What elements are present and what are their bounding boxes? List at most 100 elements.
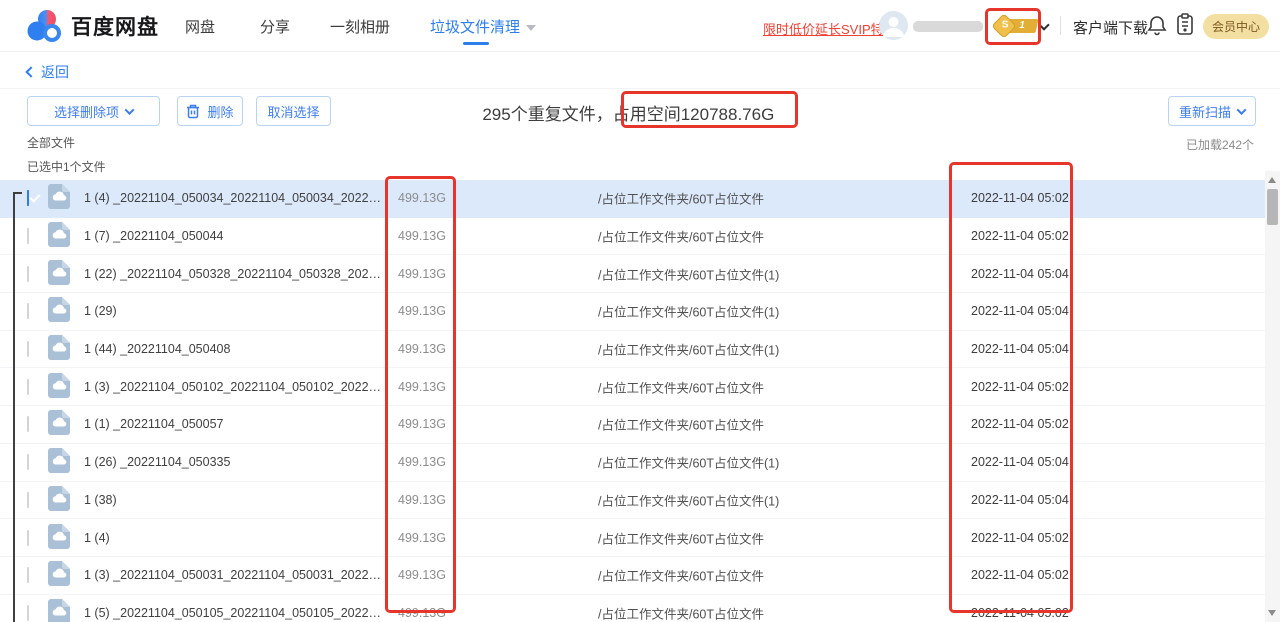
row-checkbox[interactable]: [27, 531, 29, 545]
file-row[interactable]: 1 (22) _20221104_050328_20221104_050328_…: [0, 255, 1265, 293]
select-delete-items-button[interactable]: 选择删除项: [27, 96, 160, 126]
file-row[interactable]: 1 (4) _20221104_050034_20221104_050034_2…: [0, 180, 1265, 218]
file-type-icon: [48, 486, 70, 514]
scrollbar-thumb[interactable]: [1267, 189, 1278, 225]
file-type-icon: [48, 260, 70, 288]
file-size: 499.13G: [398, 267, 446, 281]
file-size: 499.13G: [398, 380, 446, 394]
row-checkbox[interactable]: [27, 417, 29, 431]
file-row[interactable]: 1 (4) 499.13G /占位工作文件夹/60T占位文件 2022-11-0…: [0, 519, 1265, 557]
baidu-netdisk-logo[interactable]: 百度网盘: [26, 9, 159, 43]
brand-title: 百度网盘: [71, 11, 159, 41]
nav-junk-file-clean[interactable]: 垃圾文件清理: [430, 16, 536, 37]
file-path: /占位工作文件夹/60T占位文件: [598, 528, 764, 547]
vip-s-icon: S: [991, 13, 1016, 38]
file-name: 1 (3) _20221104_050102_20221104_050102_2…: [84, 380, 384, 394]
file-type-icon: [48, 297, 70, 325]
vertical-scrollbar[interactable]: [1265, 171, 1280, 622]
file-name: 1 (4) _20221104_050034_20221104_050034_2…: [84, 191, 384, 205]
nav-share[interactable]: 分享: [260, 16, 290, 37]
summary-space-used: 占用空间120788.76G: [613, 105, 775, 124]
cancel-selection-button[interactable]: 取消选择: [256, 96, 331, 126]
file-row[interactable]: 1 (3) _20221104_050102_20221104_050102_2…: [0, 368, 1265, 406]
file-row[interactable]: 1 (3) _20221104_050031_20221104_050031_2…: [0, 557, 1265, 595]
row-checkbox[interactable]: [27, 229, 29, 243]
file-name: 1 (4): [84, 531, 110, 545]
file-row[interactable]: 1 (44) _20221104_050408 499.13G /占位工作文件夹…: [0, 331, 1265, 369]
file-name: 1 (29): [84, 304, 117, 318]
file-name: 1 (7) _20221104_050044: [84, 229, 223, 243]
file-type-icon: [48, 184, 70, 212]
summary-prefix: 295个重复文件，: [482, 105, 612, 124]
delete-button[interactable]: 删除: [177, 96, 243, 126]
file-name: 1 (26) _20221104_050335: [84, 455, 230, 469]
row-checkbox[interactable]: [27, 191, 29, 205]
file-size: 499.13G: [398, 606, 446, 620]
row-checkbox[interactable]: [27, 455, 29, 469]
row-checkbox[interactable]: [27, 606, 29, 620]
back-button[interactable]: 返回: [27, 62, 69, 82]
top-header: 百度网盘 网盘 分享 一刻相册 垃圾文件清理 限时低价延长SVIP特权 1 S …: [0, 0, 1280, 52]
clipboard-icon[interactable]: [1176, 13, 1194, 41]
row-checkbox[interactable]: [27, 267, 29, 281]
file-row[interactable]: 1 (5) _20221104_050105_20221104_050105_2…: [0, 595, 1265, 622]
cancel-selection-label: 取消选择: [267, 102, 319, 121]
scroll-up-arrow-icon[interactable]: [1268, 177, 1276, 183]
file-row[interactable]: 1 (26) _20221104_050335 499.13G /占位工作文件夹…: [0, 444, 1265, 482]
svip-promo-link[interactable]: 限时低价延长SVIP特权: [763, 19, 897, 38]
file-name: 1 (38): [84, 493, 117, 507]
file-name: 1 (3) _20221104_050031_20221104_050031_2…: [84, 568, 384, 582]
chevron-down-icon: [1237, 105, 1247, 115]
file-date: 2022-11-04 05:04: [971, 304, 1069, 318]
person-icon: [879, 11, 908, 40]
svip-level-badge[interactable]: 1 S: [995, 17, 1038, 35]
header-divider: [1060, 16, 1061, 35]
baidu-netdisk-app: 百度网盘 网盘 分享 一刻相册 垃圾文件清理 限时低价延长SVIP特权 1 S …: [0, 0, 1280, 622]
loaded-count-label: 已加载242个: [1186, 136, 1254, 153]
notification-bell-icon[interactable]: [1147, 14, 1167, 41]
row-checkbox[interactable]: [27, 380, 29, 394]
file-row[interactable]: 1 (38) 499.13G /占位工作文件夹/60T占位文件(1) 2022-…: [0, 482, 1265, 520]
nav-netdisk[interactable]: 网盘: [185, 16, 215, 37]
file-row[interactable]: 1 (7) _20221104_050044 499.13G /占位工作文件夹/…: [0, 218, 1265, 256]
file-path: /占位工作文件夹/60T占位文件: [598, 603, 764, 622]
selected-count-label: 已选中1个文件: [27, 158, 106, 175]
file-row[interactable]: 1 (29) 499.13G /占位工作文件夹/60T占位文件(1) 2022-…: [0, 293, 1265, 331]
file-row[interactable]: 1 (1) _20221104_050057 499.13G /占位工作文件夹/…: [0, 406, 1265, 444]
file-type-icon: [48, 524, 70, 552]
rescan-label: 重新扫描: [1179, 102, 1231, 121]
nav-junk-file-clean-label: 垃圾文件清理: [430, 19, 520, 36]
rescan-button[interactable]: 重新扫描: [1168, 96, 1256, 126]
file-date: 2022-11-04 05:04: [971, 455, 1069, 469]
file-size: 499.13G: [398, 493, 446, 507]
nav-moments-album[interactable]: 一刻相册: [330, 16, 390, 37]
file-size: 499.13G: [398, 417, 446, 431]
file-type-icon: [48, 561, 70, 589]
file-type-icon: [48, 373, 70, 401]
logo-icon: [26, 9, 64, 43]
scroll-down-arrow-icon[interactable]: [1268, 610, 1276, 616]
row-checkbox[interactable]: [27, 342, 29, 356]
row-checkbox[interactable]: [27, 304, 29, 318]
row-checkbox[interactable]: [27, 568, 29, 582]
member-center-button[interactable]: 会员中心: [1203, 14, 1269, 39]
file-path: /占位工作文件夹/60T占位文件(1): [598, 302, 779, 321]
avatar[interactable]: [879, 11, 908, 40]
back-bar: 返回: [0, 53, 1280, 89]
active-tab-underline: [463, 42, 489, 45]
file-date: 2022-11-04 05:04: [971, 493, 1069, 507]
file-size: 499.13G: [398, 229, 446, 243]
file-name: 1 (1) _20221104_050057: [84, 417, 223, 431]
delete-label: 删除: [207, 102, 233, 121]
client-download-link[interactable]: 客户端下载: [1073, 17, 1148, 38]
row-checkbox[interactable]: [27, 493, 29, 507]
file-size: 499.13G: [398, 304, 446, 318]
file-path: /占位工作文件夹/60T占位文件: [598, 227, 764, 246]
file-size: 499.13G: [398, 568, 446, 582]
select-delete-items-label: 选择删除项: [54, 102, 119, 121]
account-chevron-down-icon[interactable]: [1038, 19, 1049, 30]
file-type-icon: [48, 599, 70, 622]
file-type-icon: [48, 335, 70, 363]
file-path: /占位工作文件夹/60T占位文件: [598, 566, 764, 585]
file-date: 2022-11-04 05:02: [971, 380, 1069, 394]
